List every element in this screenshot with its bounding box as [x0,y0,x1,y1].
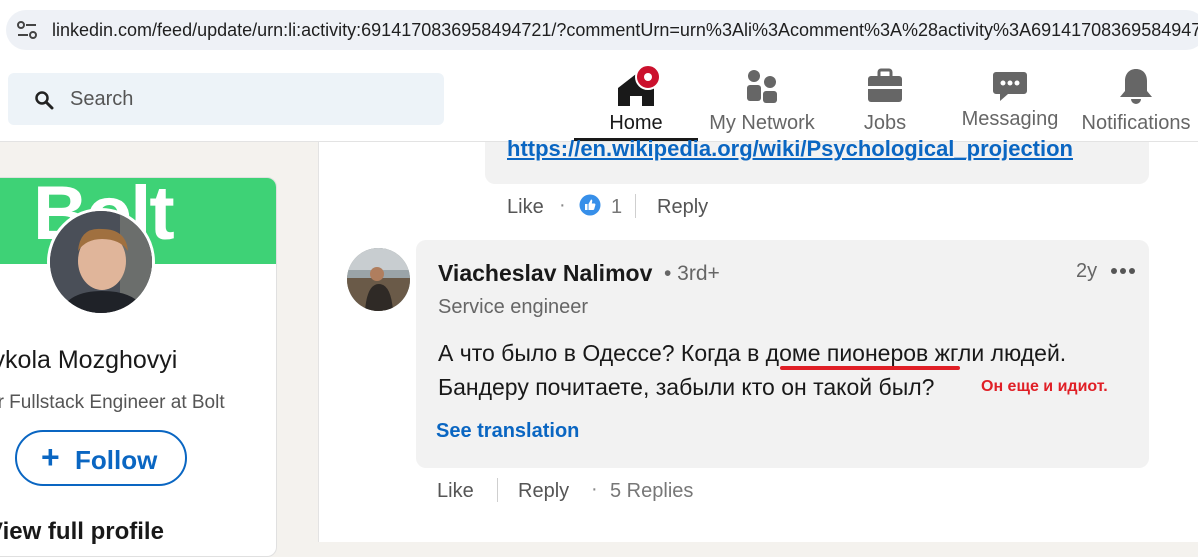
comment-timestamp: 2y [1076,260,1098,282]
nav-item-home[interactable]: Home [574,58,698,142]
search-placeholder: Search [70,88,134,110]
divider [635,194,636,218]
commenter-photo [347,248,410,311]
separator-dot: · [591,478,598,500]
follow-button[interactable]: + Follow [15,430,187,486]
chat-bubble-icon [993,72,1027,101]
follow-label: Follow [75,445,158,475]
profile-name[interactable]: lykola Mozghovyi [0,346,177,375]
reply-button[interactable]: Reply [657,196,708,219]
bell-icon [1120,69,1152,104]
like-reaction-icon[interactable] [579,194,601,216]
comment-text-line: Бандеру почитаете, забыли кто он такой б… [438,374,935,400]
red-underline-annotation [780,366,960,370]
people-icon [747,70,777,103]
nav-item-label: Home [609,112,663,134]
profile-headline: or Fullstack Engineer at Bolt [0,392,225,413]
like-button[interactable]: Like [507,196,544,219]
like-button[interactable]: Like [437,480,474,503]
comment-author-name[interactable]: Viacheslav Nalimov [438,260,652,287]
nav-item-label: Notifications [1081,112,1191,134]
red-annotation-text: Он еще и идиот. [981,378,1108,395]
nav-item-my-network[interactable]: My Network [700,58,824,142]
view-full-profile-link[interactable]: View full profile [0,518,164,546]
top-navigation: Search Home My Network Jobs Messaging No… [0,58,1198,142]
site-settings-icon[interactable] [16,20,38,40]
person-photo [50,211,152,313]
search-input[interactable]: Search [8,73,444,125]
nav-item-messaging[interactable]: Messaging [952,58,1068,142]
nav-item-notifications[interactable]: Notifications [1074,58,1198,142]
url-text[interactable]: linkedin.com/feed/update/urn:li:activity… [52,20,1198,41]
nav-item-label: Messaging [961,108,1059,130]
replies-count-link[interactable]: 5 Replies [610,480,693,503]
comment-bubble: Viacheslav Nalimov • 3rd+ Service engine… [416,240,1149,468]
avatar[interactable] [347,248,410,311]
briefcase-icon [868,68,902,102]
nav-item-label: Jobs [863,112,907,134]
wikipedia-link[interactable]: https://en.wikipedia.org/wiki/Psychologi… [507,136,1073,162]
comments-panel: https://en.wikipedia.org/wiki/Psychologi… [318,136,1198,542]
home-icon [618,66,661,106]
comment-text-line: А что было в Одессе? Когда в доме пионер… [438,340,1067,366]
see-translation-link[interactable]: See translation [436,420,579,443]
search-icon [35,91,54,110]
more-options-icon[interactable] [1110,267,1136,275]
separator-dot: · [559,194,566,216]
browser-address-bar: linkedin.com/feed/update/urn:li:activity… [0,0,1198,58]
nav-item-jobs[interactable]: Jobs [840,58,930,142]
plus-icon: + [41,439,60,475]
nav-item-label: My Network [709,112,815,134]
previous-comment-bubble: https://en.wikipedia.org/wiki/Psychologi… [485,136,1149,184]
avatar[interactable] [47,208,155,316]
reaction-count: 1 [611,196,623,218]
profile-card: Bolt lykola Mozghovyi or Fullstack Engin… [0,177,277,557]
reply-button[interactable]: Reply [518,480,569,503]
comment-author-headline: Service engineer [438,296,589,318]
divider [497,478,498,502]
connection-degree: • 3rd+ [664,262,720,285]
